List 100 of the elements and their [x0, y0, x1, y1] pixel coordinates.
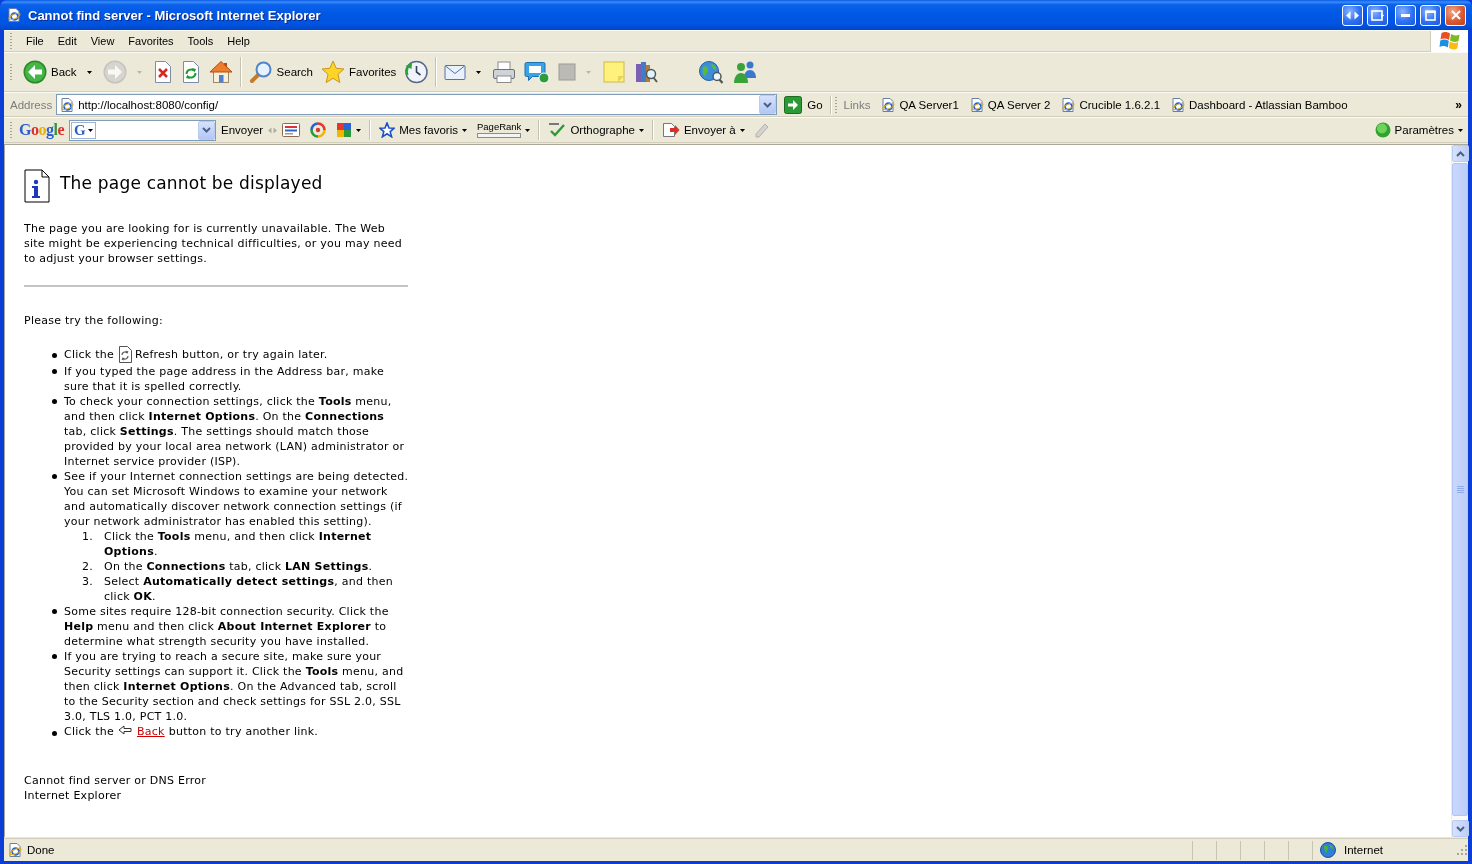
caret-icon: [462, 128, 467, 132]
footer-text: Cannot find server or DNS Error: [24, 773, 208, 788]
caret-icon: [356, 128, 362, 132]
step-text: Click the Tools menu, and then click Internet Options.: [104, 529, 373, 559]
search-dropdown-button[interactable]: [198, 120, 215, 140]
menu-item[interactable]: Favorites: [121, 31, 181, 51]
send-page-icon: [661, 122, 680, 138]
step-text: Refresh button, or try again later.: [135, 347, 328, 361]
search-button[interactable]: Search: [244, 55, 317, 89]
intro-text: The page you are looking for is currently unavailable. The Web site might be experiencing technical difficulties, or you may need to adjust your browser settings.: [24, 221, 403, 266]
mail-icon: [444, 62, 467, 82]
step-number: 3.: [82, 574, 94, 590]
app-icon: [6, 7, 22, 23]
pencil-icon: [754, 122, 769, 138]
address-field[interactable]: http://localhost:8080/config/: [56, 94, 778, 115]
step-text: Some sites require 128-bit connection security. Click the Help menu and then click About Internet Explorer to determine what strength security you have installed.: [64, 604, 390, 649]
page-heading: The page cannot be displayed: [60, 172, 323, 194]
link-button[interactable]: Dashboard - Atlassian Bamboo: [1165, 93, 1353, 116]
status-text: Done: [27, 844, 55, 856]
star-icon: [321, 60, 345, 84]
bullet-icon: [52, 609, 57, 614]
settings-button[interactable]: Paramètres: [1369, 119, 1468, 141]
spelling-button[interactable]: Orthographe: [543, 119, 649, 141]
bullet-icon: [52, 731, 57, 736]
send-to-button[interactable]: Envoyer à: [656, 119, 750, 141]
link-button[interactable]: QA Server 2: [963, 93, 1056, 116]
toolbar-grip[interactable]: [834, 96, 838, 113]
caret-icon: [739, 128, 745, 132]
bullet-icon: [52, 474, 57, 479]
menu-item[interactable]: Help: [220, 31, 257, 51]
chevron-down-icon: [763, 101, 773, 108]
link-button[interactable]: Crucible 1.6.2.1: [1055, 93, 1166, 116]
caret-icon: [86, 70, 92, 74]
toolbar-grip[interactable]: [10, 122, 13, 138]
page-icon: [880, 96, 897, 113]
search-field[interactable]: G: [69, 119, 216, 141]
scroll-up-button[interactable]: [1452, 145, 1469, 162]
circle-icon: [1374, 122, 1391, 138]
links-label: Links: [843, 98, 871, 111]
back-button[interactable]: Back: [19, 55, 99, 89]
step-text: To check your connection settings, click the Tools menu, and then click Internet Options. On the Connections tab, click Settings. The settings should match those provided by your local area network (LAN) administrator or Internet service provider (ISP).: [64, 394, 406, 469]
toolbar-grip[interactable]: [10, 33, 13, 49]
step-text: If you typed the page address in the Address bar, make sure that it is spelled correctly.: [64, 364, 385, 394]
caret-icon: [476, 70, 482, 74]
refresh-icon: [180, 60, 201, 84]
step-text: Click the: [64, 725, 114, 738]
page-icon: [59, 96, 76, 113]
bullet-icon: [52, 353, 57, 358]
back-icon: [23, 60, 47, 84]
resize-grip-icon: [1456, 844, 1468, 856]
menu-item[interactable]: View: [83, 31, 122, 51]
chevron-up-icon: [1456, 150, 1465, 157]
caret-icon: [586, 70, 592, 74]
logo-text: Google: [19, 121, 64, 139]
send-search-button[interactable]: Envoyer: [216, 119, 269, 141]
menu-item[interactable]: Edit: [50, 31, 84, 51]
puzzle-icon: [336, 122, 353, 138]
window-arrow-button[interactable]: [1367, 4, 1388, 26]
grip-lines-icon: [1456, 486, 1464, 493]
address-dropdown-button[interactable]: [759, 95, 777, 114]
refresh-icon: [118, 345, 132, 364]
maximize-icon: [1425, 9, 1436, 21]
favorites-button[interactable]: Favorites: [317, 55, 401, 89]
minimize-icon: [1401, 13, 1410, 17]
prompt-text: Please try the following:: [24, 313, 164, 328]
star-icon: [379, 122, 396, 138]
history-icon: [404, 60, 429, 84]
stop-icon: [152, 60, 173, 84]
menu-item[interactable]: File: [19, 31, 51, 51]
print-icon: [492, 60, 517, 84]
more-links-button[interactable]: »: [1449, 93, 1468, 116]
maximize-button[interactable]: [1420, 4, 1441, 26]
menu-item[interactable]: Tools: [180, 31, 221, 51]
note-icon: [602, 60, 627, 84]
card-icon: [282, 123, 301, 137]
minimize-button[interactable]: [1395, 4, 1416, 26]
caret-icon: [525, 128, 531, 132]
step-text: Click the: [64, 347, 114, 361]
page-icon: [7, 842, 23, 858]
step-text: On the Connections tab, click LAN Settings.: [104, 559, 373, 574]
footer-text: Internet Explorer: [24, 788, 123, 803]
globe-icon: [1320, 842, 1336, 858]
back-link[interactable]: Back: [137, 725, 165, 738]
info-icon: [24, 169, 50, 203]
link-button[interactable]: QA Server1: [875, 93, 964, 116]
page-icon: [1170, 96, 1187, 113]
square-icon: [558, 63, 577, 81]
chevron-down-icon: [202, 127, 211, 133]
scroll-down-button[interactable]: [1452, 820, 1469, 837]
side-arrows-button[interactable]: [1342, 4, 1363, 26]
bookmarks-button[interactable]: Mes favoris: [374, 119, 472, 141]
toolbar-grip[interactable]: [10, 64, 13, 80]
pagerank-button[interactable]: PageRank: [472, 119, 536, 141]
home-icon: [208, 60, 233, 84]
search-engine-button[interactable]: G: [71, 121, 96, 139]
close-button[interactable]: [1445, 4, 1466, 26]
bullet-icon: [52, 369, 57, 374]
address-label: Address: [10, 98, 53, 111]
go-button[interactable]: Go: [780, 93, 827, 116]
caret-icon: [638, 128, 644, 132]
